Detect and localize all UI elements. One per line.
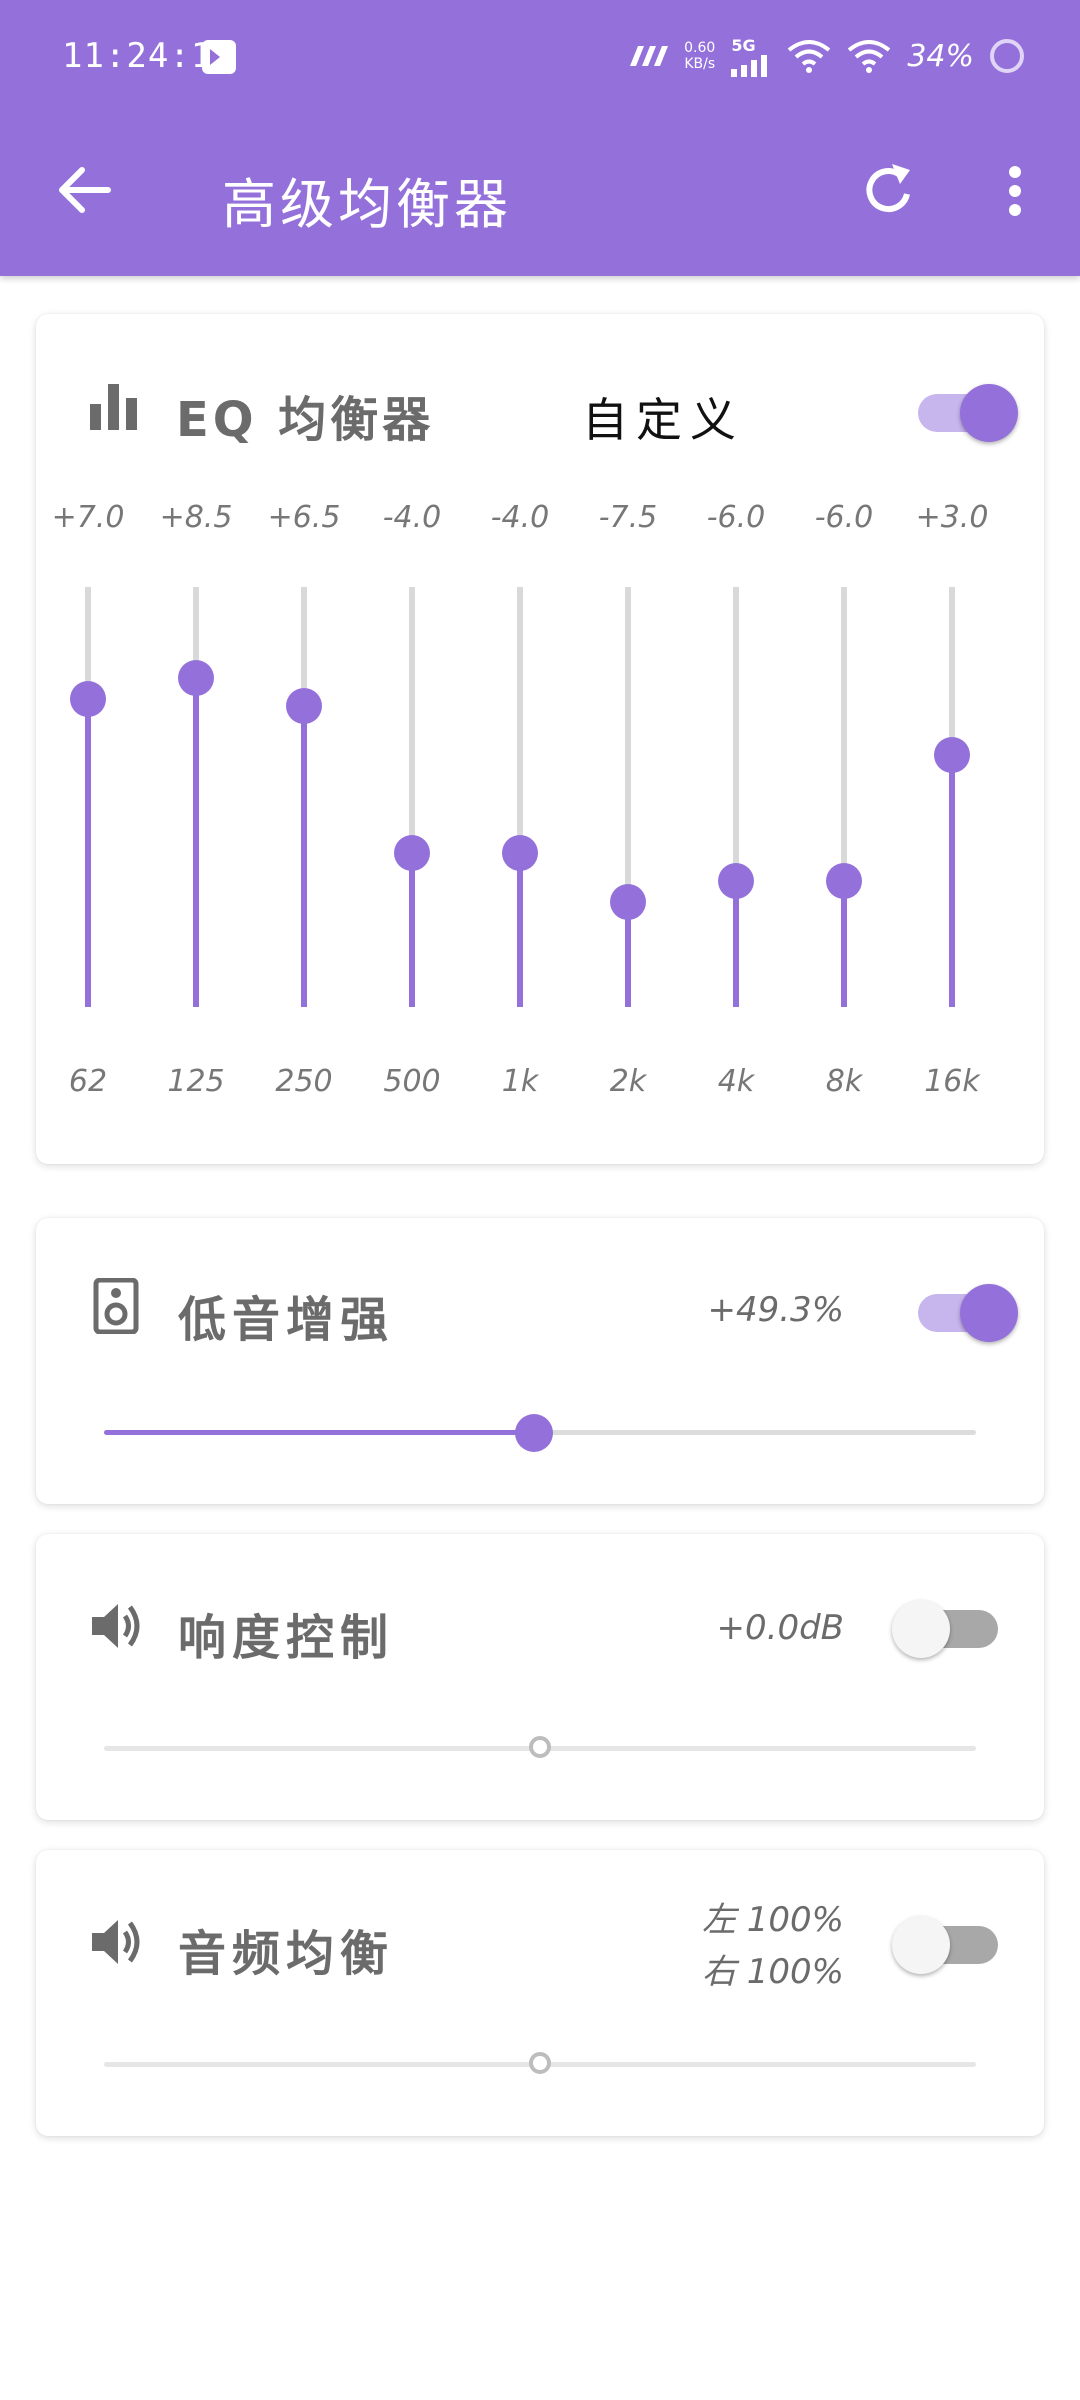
battery-icon — [990, 39, 1024, 73]
band-frequency-label: 8k — [825, 1064, 863, 1099]
eq-title: EQ 均衡器 — [176, 392, 435, 448]
network-speed: 0.60 KB/s — [684, 40, 715, 72]
band-gain-label: +6.5 — [267, 500, 341, 535]
eq-card: EQ 均衡器 自定义 +7.0 62 +8.5 125 +6.5 250 -4.0 500 -4… — [36, 314, 1044, 1164]
band-frequency-label: 4k — [717, 1064, 755, 1099]
speed-value: 0.60 — [684, 40, 716, 56]
battery-percent: 34% — [907, 38, 974, 74]
bar-chart-icon — [90, 384, 137, 430]
band-slider-thumb[interactable] — [934, 737, 970, 773]
balance-switch[interactable] — [892, 1908, 1002, 1974]
band-slider-thumb[interactable] — [286, 688, 322, 724]
carrier-icon — [630, 46, 669, 66]
band-slider-fill — [733, 881, 739, 1007]
balance-title: 音频均衡 — [178, 1926, 395, 1982]
loudness-slider-thumb[interactable] — [529, 1736, 551, 1758]
band-slider-thumb[interactable] — [178, 660, 214, 696]
band-slider-thumb[interactable] — [718, 863, 754, 899]
band-gain-label: -7.5 — [598, 500, 658, 535]
band-slider-thumb[interactable] — [502, 835, 538, 871]
balance-left: 左 100% — [701, 1900, 844, 1940]
bass-switch-thumb — [960, 1284, 1018, 1342]
loudness-value: +0.0dB — [716, 1608, 844, 1648]
band-slider-fill — [517, 853, 523, 1007]
band-slider-fill — [841, 881, 847, 1007]
wifi-icon — [788, 40, 831, 73]
loudness-switch[interactable] — [892, 1592, 1002, 1658]
bass-slider-fill — [104, 1430, 534, 1435]
band-gain-label: +8.5 — [159, 500, 233, 535]
refresh-icon[interactable] — [860, 160, 918, 220]
more-vert-icon[interactable] — [1000, 160, 1030, 220]
bass-slider-thumb[interactable] — [514, 1414, 553, 1452]
band-frequency-label: 62 — [68, 1064, 108, 1099]
balance-card: 音频均衡 左 100% 右 100% — [36, 1850, 1044, 2136]
volume-icon — [92, 1920, 140, 1964]
loudness-title: 响度控制 — [178, 1610, 395, 1666]
band-frequency-label: 1k — [501, 1064, 539, 1099]
app-bar: 11:24:15 0.60 KB/s 5G 34% 高级均衡器 — [0, 0, 1080, 276]
status-icons: 0.60 KB/s 5G 34% — [624, 30, 1024, 82]
speaker-icon — [93, 1278, 139, 1334]
signal-icon: 5G — [731, 36, 771, 77]
band-frequency-label: 16k — [924, 1064, 980, 1099]
band-gain-label: -6.0 — [706, 500, 766, 535]
band-slider-thumb[interactable] — [70, 681, 106, 717]
wifi-icon-2 — [848, 40, 891, 73]
band-gain-label: -4.0 — [490, 500, 550, 535]
loudness-card: 响度控制 +0.0dB — [36, 1534, 1044, 1820]
band-gain-label: +3.0 — [915, 500, 989, 535]
band-slider-fill — [301, 706, 307, 1007]
band-gain-label: +7.0 — [51, 500, 125, 535]
band-slider-fill — [949, 755, 955, 1007]
back-arrow-icon[interactable] — [54, 160, 114, 220]
page-title: 高级均衡器 — [222, 173, 512, 236]
band-frequency-label: 2k — [609, 1064, 647, 1099]
band-slider-fill — [409, 853, 415, 1007]
eq-switch[interactable] — [914, 376, 1018, 442]
volume-icon — [92, 1604, 140, 1648]
bass-title: 低音增强 — [178, 1292, 395, 1348]
bass-card: 低音增强 +49.3% — [36, 1218, 1044, 1504]
balance-slider-thumb[interactable] — [529, 2052, 551, 2074]
loudness-switch-thumb — [892, 1600, 950, 1658]
bass-value: +49.3% — [707, 1290, 845, 1330]
band-gain-label: -4.0 — [382, 500, 442, 535]
band-frequency-label: 500 — [383, 1064, 441, 1099]
balance-switch-thumb — [892, 1916, 950, 1974]
notification-audio-icon — [202, 40, 236, 74]
band-slider-fill — [85, 699, 91, 1007]
band-frequency-label: 250 — [275, 1064, 333, 1099]
band-frequency-label: 125 — [167, 1064, 225, 1099]
band-slider-thumb[interactable] — [610, 884, 646, 920]
band-slider-thumb[interactable] — [826, 863, 862, 899]
eq-switch-thumb — [960, 384, 1018, 442]
bass-switch[interactable] — [914, 1276, 1018, 1342]
balance-right: 右 100% — [701, 1952, 844, 1992]
network-type: 5G — [731, 35, 756, 55]
eq-preset[interactable]: 自定义 — [582, 384, 744, 450]
speed-unit: KB/s — [684, 56, 716, 72]
band-slider-fill — [193, 678, 199, 1007]
band-slider-thumb[interactable] — [394, 835, 430, 871]
band-gain-label: -6.0 — [814, 500, 874, 535]
